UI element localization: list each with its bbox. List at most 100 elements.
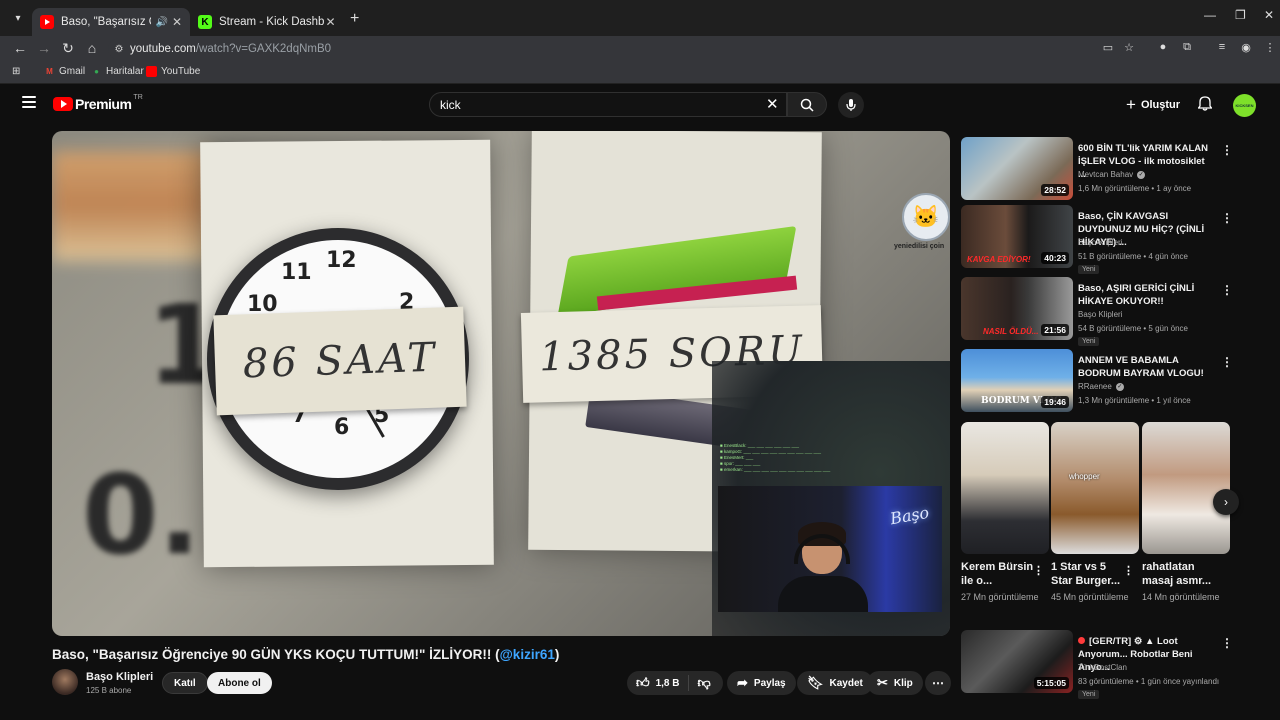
bookmark-gmail[interactable]: M Gmail [44, 66, 85, 77]
video-thumbnail[interactable]: 5:15:05 [961, 630, 1073, 693]
like-button[interactable]: 👍︎ 1,8 B [627, 675, 689, 691]
extension-icon[interactable]: ● [1155, 41, 1171, 53]
more-options-icon[interactable]: ⋮ [1033, 564, 1044, 577]
share-label: Paylaş [753, 677, 786, 689]
close-tab-icon[interactable]: ✕ [324, 15, 337, 29]
tab-kick[interactable]: K Stream - Kick Dashboard ✕ [190, 8, 345, 36]
recommendation-item[interactable]: NASIL ÖLDÜ... 21:56 Baso, AŞIRI GERİCİ Ç… [961, 277, 1241, 346]
youtube-header: Premium TR kick ✕ + Oluştur KICKSEN [0, 84, 1280, 124]
bookmark-label: Haritalar [106, 66, 144, 77]
browser-menu-icon[interactable]: ⋮ [1262, 41, 1278, 54]
more-actions-icon[interactable]: ⋯ [925, 671, 951, 695]
profile-icon[interactable]: ◉ [1238, 41, 1254, 54]
video-thumbnail[interactable]: BODRUM VLOG 19:46 [961, 349, 1073, 412]
search-button[interactable] [787, 92, 827, 117]
address-bar[interactable]: ⚙ youtube.com/watch?v=GAXK2dqNmB0 [108, 38, 1123, 60]
video-title-mention[interactable]: @kizir61 [500, 647, 555, 662]
shorts-card[interactable]: whopper 1 Star vs 5 Star Burger... 45 Mn… [1051, 422, 1139, 603]
youtube-logo[interactable]: Premium TR [53, 93, 143, 112]
cast-icon[interactable]: ▭ [1100, 41, 1116, 54]
notifications-bell-icon[interactable] [1197, 96, 1213, 114]
recommendation-channel[interactable]: Mevtcan Bahav [1078, 170, 1133, 179]
tab-title: Stream - Kick Dashboard [219, 16, 324, 28]
more-options-icon[interactable]: ⋮ [1221, 283, 1233, 297]
gmail-icon: M [46, 67, 53, 76]
recommendation-channel[interactable]: RRaenee [1078, 382, 1112, 391]
tab-search-button[interactable]: ▾ [8, 8, 28, 28]
clear-search-icon[interactable]: ✕ [766, 95, 779, 113]
bookmark-star-icon[interactable]: ☆ [1121, 41, 1137, 54]
puzzle-icon[interactable]: ⧉ [1179, 41, 1195, 54]
more-options-icon[interactable]: ⋮ [1221, 211, 1233, 225]
shorts-views: 27 Mn görüntüleme [961, 592, 1039, 602]
join-button[interactable]: Katıl [162, 672, 208, 694]
video-thumbnail[interactable]: 28:52 [961, 137, 1073, 200]
bookmark-label: YouTube [161, 66, 201, 77]
logo-country: TR [133, 93, 143, 101]
shorts-thumbnail[interactable] [961, 422, 1049, 554]
recommendation-item[interactable]: KAVGA EDİYOR! 40:23 Baso, ÇİN KAVGASI DU… [961, 205, 1241, 274]
speaker-icon[interactable]: 🔊 [155, 17, 167, 28]
more-options-icon[interactable]: ⋮ [1221, 143, 1233, 157]
clip-button[interactable]: ✂ Klip [867, 671, 923, 695]
video-player[interactable]: 1 0. 12 11 10 2 7 6 5 86 SAAT 1385 SORU … [52, 131, 950, 636]
search-input[interactable]: kick [429, 92, 787, 117]
recommendation-title[interactable]: Baso, AŞIRI GERİCİ ÇİNLİ HİKAYE OKUYOR!! [1078, 282, 1210, 308]
account-avatar[interactable]: KICKSEN [1233, 94, 1256, 117]
avatar-text: KICKSEN [1235, 103, 1254, 108]
restore-icon[interactable]: ❐ [1235, 8, 1246, 22]
shorts-title[interactable]: rahatlatan masaj asmr... [1142, 560, 1220, 588]
shorts-card[interactable]: rahatlatan masaj asmr... 14 Mn görüntüle… [1142, 422, 1230, 603]
chevron-right-icon[interactable]: › [1213, 489, 1239, 515]
recommendation-channel[interactable]: TürkDostClan [1078, 663, 1127, 672]
close-window-icon[interactable]: ✕ [1264, 8, 1274, 22]
shorts-views: 45 Mn görüntüleme [1051, 592, 1129, 602]
video-duration: 5:15:05 [1033, 677, 1069, 689]
recommendation-item[interactable]: 28:52 600 BİN TL'lik YARIM KALAN İŞLER V… [961, 137, 1241, 201]
apps-icon[interactable]: ⊞ [12, 66, 20, 77]
shorts-card[interactable]: Kerem Bürsin ile o... 27 Mn görüntüleme … [961, 422, 1049, 603]
recommendation-channel[interactable]: Başo Klipleri [1078, 238, 1122, 247]
voice-search-button[interactable] [838, 92, 864, 118]
shorts-thumbnail[interactable] [1142, 422, 1230, 554]
media-control-icon[interactable]: ≡ [1214, 41, 1230, 53]
shorts-title[interactable]: Kerem Bürsin ile o... [961, 560, 1039, 588]
site-info-icon[interactable]: ⚙ [108, 44, 130, 55]
share-button[interactable]: ➦ Paylaş [727, 671, 796, 695]
bookmark-youtube[interactable]: YouTube [146, 66, 200, 77]
more-options-icon[interactable]: ⋮ [1123, 564, 1134, 577]
save-button[interactable]: 🔖︎ Kaydet [797, 671, 873, 695]
hamburger-menu-icon[interactable] [22, 96, 36, 108]
new-badge: Yeni [1078, 690, 1100, 699]
recommendation-meta: 54 B görüntüleme • 5 gün önce [1078, 324, 1188, 333]
dislike-button[interactable]: 👎︎ [689, 675, 711, 691]
shorts-title[interactable]: 1 Star vs 5 Star Burger... [1051, 560, 1129, 588]
streamer-webcam: Başo [718, 486, 942, 612]
bookmark-label: Gmail [59, 66, 86, 77]
share-icon: ➦ [737, 675, 748, 690]
back-icon[interactable]: ← [11, 40, 29, 56]
create-button[interactable]: + Oluştur [1126, 95, 1180, 115]
recommendation-item[interactable]: BODRUM VLOG 19:46 ANNEM VE BABAMLA BODRU… [961, 349, 1241, 413]
home-icon[interactable]: ⌂ [83, 40, 101, 56]
close-tab-icon[interactable]: ✕ [172, 15, 182, 29]
subscribe-button[interactable]: Abone ol [207, 672, 272, 694]
reload-icon[interactable]: ↻ [59, 40, 77, 57]
channel-avatar[interactable] [52, 669, 78, 695]
video-thumbnail[interactable]: KAVGA EDİYOR! 40:23 [961, 205, 1073, 268]
tab-youtube[interactable]: Baso, "Başarısız Öğrenciye 9 🔊 ✕ [32, 8, 190, 36]
recommendation-title[interactable]: ANNEM VE BABAMLA BODRUM BAYRAM VLOGU! [1078, 354, 1210, 380]
shorts-thumbnail[interactable]: whopper [1051, 422, 1139, 554]
recommendation-item[interactable]: 5:15:05 [GER/TR] ⚙ ▲ Loot Anyorum... Rob… [961, 630, 1241, 699]
recommendation-channel[interactable]: Başo Klipleri [1078, 310, 1122, 319]
forward-icon[interactable]: → [35, 40, 53, 56]
channel-badge-label: yeniedilisi çoin [894, 243, 945, 250]
video-thumbnail[interactable]: NASIL ÖLDÜ... 21:56 [961, 277, 1073, 340]
video-title-text: Baso, "Başarısız Öğrenciye 90 GÜN YKS KO… [52, 647, 500, 662]
minimize-icon[interactable]: — [1204, 8, 1216, 22]
new-tab-icon[interactable]: + [350, 10, 359, 28]
channel-name[interactable]: Başo Klipleri [86, 671, 153, 683]
bookmark-maps[interactable]: ● Haritalar [91, 66, 144, 77]
more-options-icon[interactable]: ⋮ [1221, 355, 1233, 369]
more-options-icon[interactable]: ⋮ [1221, 636, 1233, 650]
